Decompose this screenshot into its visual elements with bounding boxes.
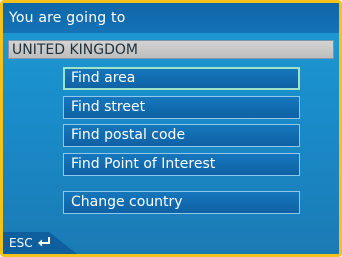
page-title: You are going to [3, 3, 339, 33]
change-country-button[interactable]: Change country [63, 191, 300, 214]
country-field: UNITED KINGDOM [8, 40, 334, 59]
find-point-of-interest-button[interactable]: Find Point of Interest [63, 153, 300, 176]
return-arrow-icon [38, 237, 50, 247]
esc-button[interactable]: ESC [3, 232, 77, 254]
find-area-button[interactable]: Find area [63, 67, 300, 90]
device-screen: You are going to UNITED KINGDOM Find are… [0, 0, 342, 257]
find-street-button[interactable]: Find street [63, 96, 300, 119]
esc-label: ESC [9, 236, 33, 250]
find-postal-code-button[interactable]: Find postal code [63, 124, 300, 147]
